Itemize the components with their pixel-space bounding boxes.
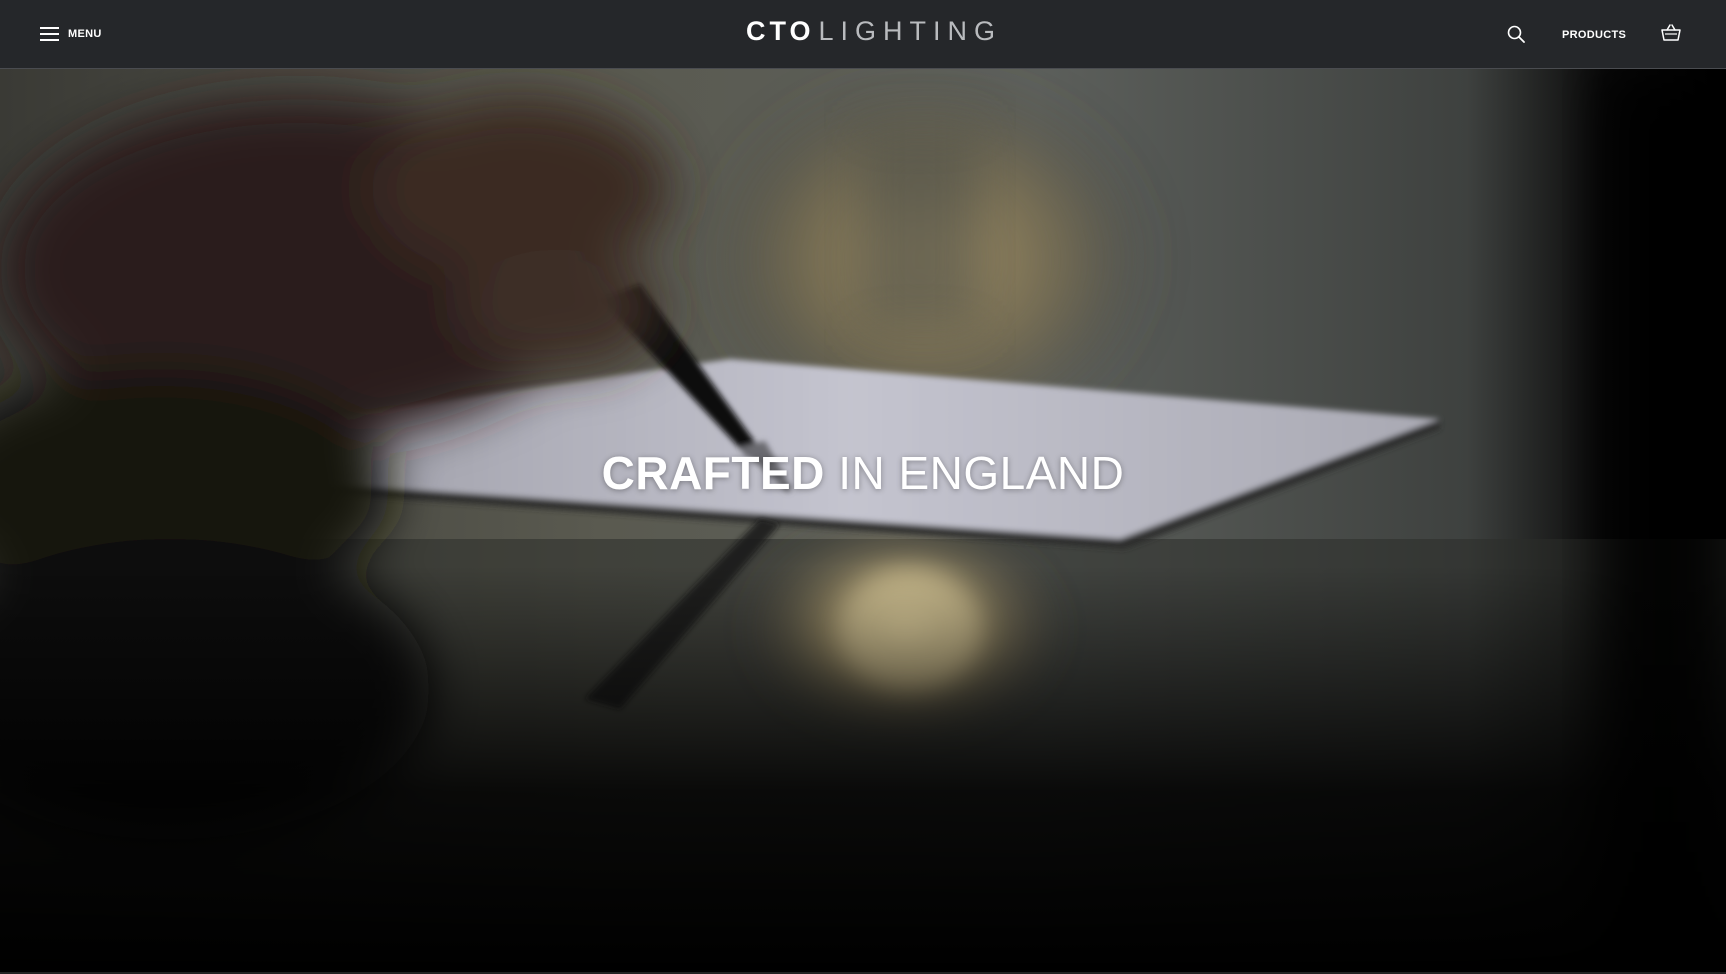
hero-headline-rest: IN ENGLAND — [838, 447, 1125, 499]
hero-headline: CRAFTED IN ENGLAND — [0, 445, 1726, 501]
products-link[interactable]: PRODUCTS — [1562, 29, 1626, 41]
logo-bold-text: CTO — [746, 16, 815, 46]
site-header: MENU CTO LIGHTING PRODUCTS — [0, 0, 1726, 69]
hero-background-image — [0, 69, 1726, 972]
hero-section: CRAFTED IN ENGLAND — [0, 69, 1726, 972]
menu-button[interactable]: MENU — [40, 22, 102, 46]
search-icon[interactable] — [1507, 25, 1525, 43]
menu-label: MENU — [68, 28, 102, 40]
basket-icon[interactable] — [1661, 24, 1681, 42]
site-logo[interactable]: CTO LIGHTING — [746, 15, 1002, 51]
hamburger-icon — [40, 27, 59, 41]
page: MENU CTO LIGHTING PRODUCTS CRAFTED IN EN… — [0, 0, 1726, 974]
hero-headline-strong: CRAFTED — [601, 447, 825, 499]
logo-light-text: LIGHTING — [818, 16, 1003, 46]
